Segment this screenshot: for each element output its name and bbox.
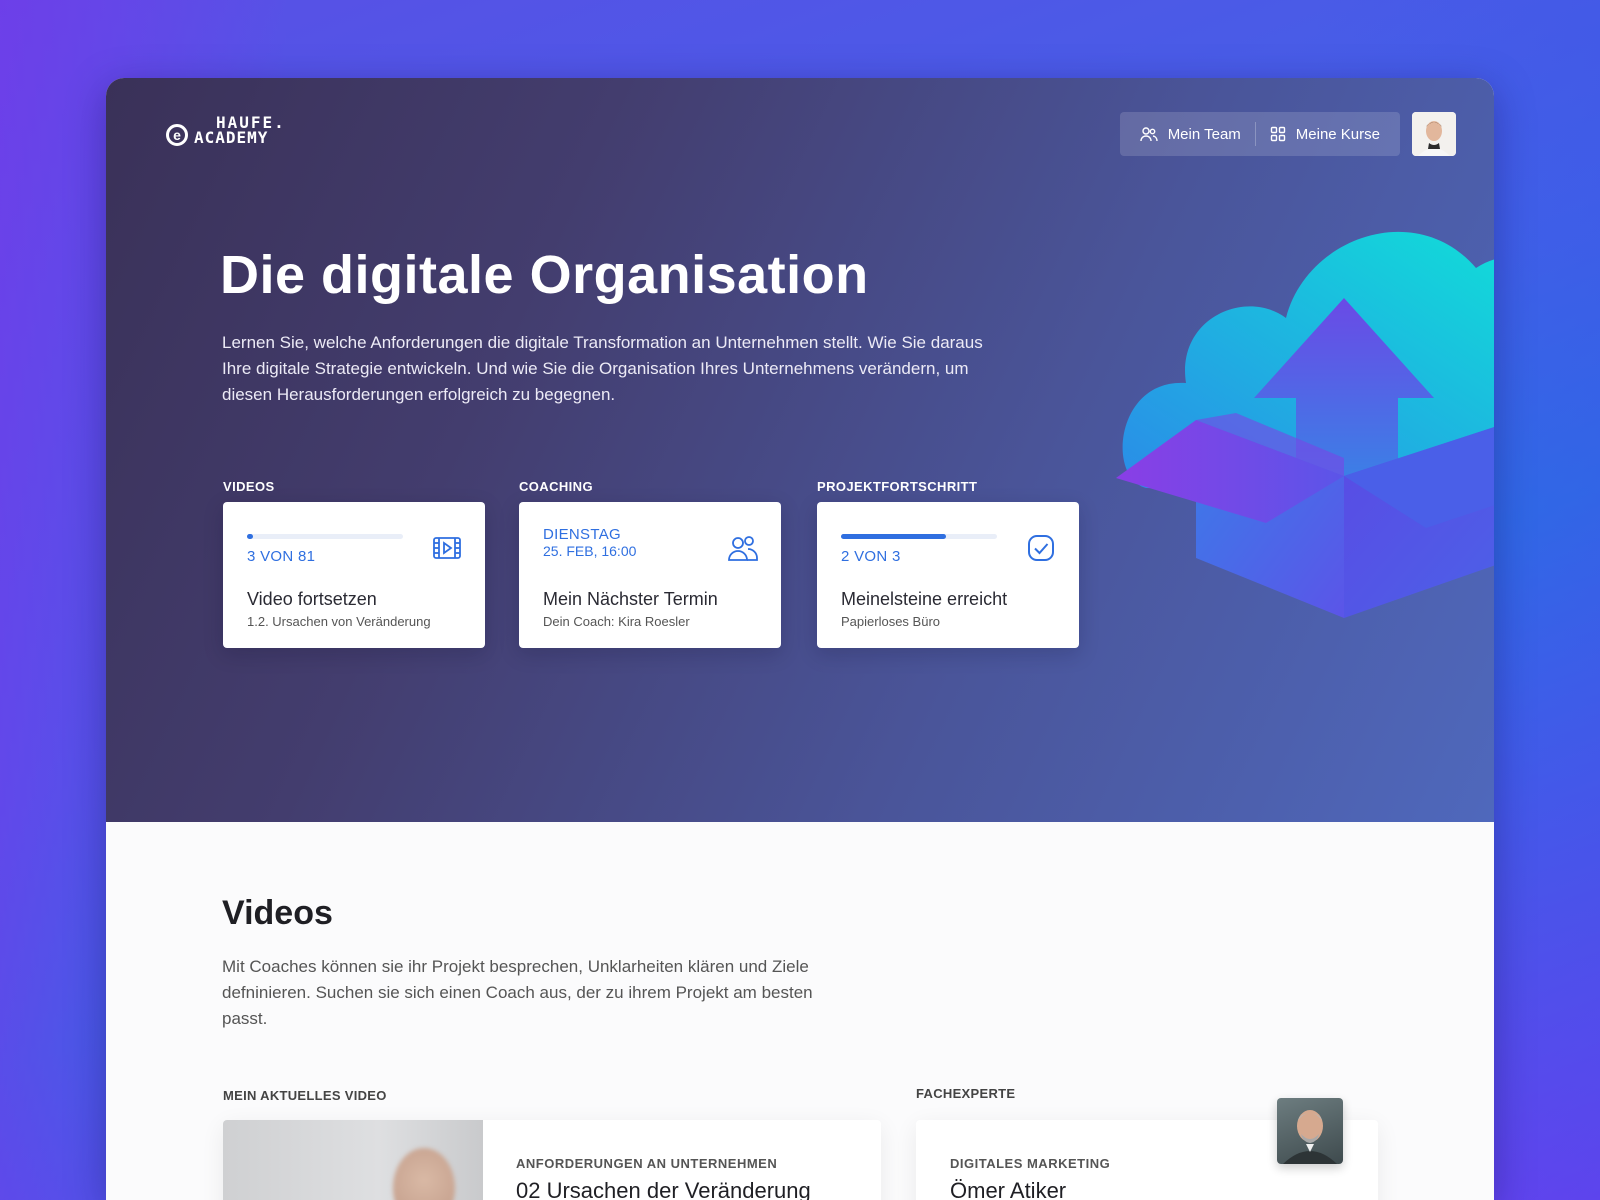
logo-text: HAUFE. ACADEMY [194,114,286,147]
project-count: 2 VON 3 [841,548,901,565]
video-progress-bar [247,534,403,539]
video-card-subtitle: 1.2. Ursachen von Veränderung [247,614,431,629]
video-card-title: Video fortsetzen [247,589,377,609]
project-progress-fill [841,534,946,539]
coaching-card-title: Mein Nächster Termin [543,589,718,609]
videos-section-title: Videos [222,894,333,932]
logo-bottom-text: ACADEMY [194,128,269,147]
app-window: e HAUFE. ACADEMY Mein Team Meine Kurse D… [106,78,1494,1200]
project-card-subtitle: Papierloses Büro [841,614,940,629]
coaching-label: COACHING [519,479,593,494]
user-avatar-image [1412,112,1456,156]
project-progress-label: PROJEKTFORTSCHRITT [817,479,978,494]
videos-label: VIDEOS [223,479,275,494]
logo-mark: e [166,124,188,146]
video-thumbnail[interactable] [223,1120,483,1200]
video-count: 3 VON 81 [247,548,316,565]
expert-avatar[interactable] [1277,1098,1343,1164]
expert-name: Ömer Atiker [950,1178,1067,1200]
project-progress-bar [841,534,997,539]
expert-category: DIGITALES MARKETING [950,1156,1111,1171]
nav-mein-team[interactable]: Mein Team [1126,112,1255,156]
nav-mein-team-label: Mein Team [1167,125,1241,143]
video-progress-card[interactable]: 3 VON 81 Video fortsetzen 1.2. Ursachen … [223,502,485,648]
expert-label: FACHEXPERTE [916,1086,1016,1101]
expert-avatar-image [1283,1110,1337,1164]
check-icon [1028,535,1054,561]
project-progress-card[interactable]: 2 VON 3 Meinelsteine erreicht Papierlose… [817,502,1079,648]
videos-section-description: Mit Coaches können sie ihr Projekt bespr… [222,957,813,1028]
current-video-category: ANFORDERUNGEN AN UNTERNEHMEN [516,1156,778,1171]
coaching-card-subtitle: Dein Coach: Kira Roesler [543,614,690,629]
project-card-title: Meinelsteine erreicht [841,589,1008,609]
grid-icon [1270,126,1285,142]
user-avatar[interactable] [1412,112,1456,156]
current-video-card[interactable]: ANFORDERUNGEN AN UNTERNEHMEN 02 Ursachen… [223,1120,881,1200]
coaching-card[interactable]: DIENSTAG 25. FEB, 16:00 Mein Nächster Te… [519,502,781,648]
nav-meine-kurse[interactable]: Meine Kurse [1256,112,1394,156]
haufe-academy-logo[interactable]: e HAUFE. ACADEMY [166,114,286,146]
users-icon [728,536,758,561]
team-icon [1139,127,1158,142]
hero-description: Lernen Sie, welche Anforderungen die dig… [222,333,983,404]
coaching-day: DIENSTAG [543,526,621,543]
cloud-upload-box-illustration [1116,232,1494,618]
coaching-date: 25. FEB, 16:00 [543,543,637,559]
top-nav: Mein Team Meine Kurse [1119,112,1400,156]
current-video-label: MEIN AKTUELLES VIDEO [223,1088,387,1103]
video-thumbnail-person [393,1148,455,1200]
video-icon [433,537,461,559]
video-progress-fill [247,534,254,539]
nav-meine-kurse-label: Meine Kurse [1295,125,1380,143]
current-video-title: 02 Ursachen der Veränderung [516,1178,811,1200]
hero-section: e HAUFE. ACADEMY Mein Team Meine Kurse D… [106,78,1494,822]
hero-title: Die digitale Organisation [220,245,869,305]
